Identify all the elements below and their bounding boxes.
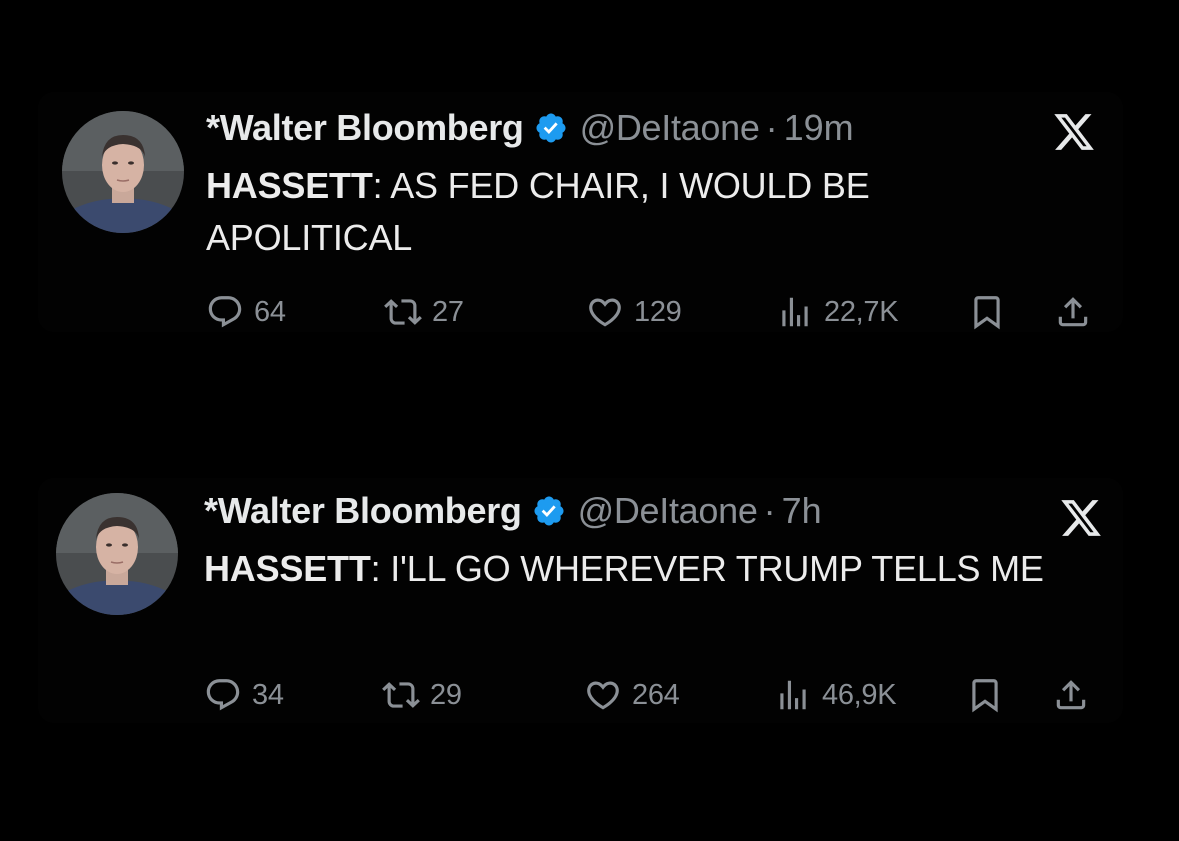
retweet-button[interactable]: 27: [384, 290, 464, 334]
reply-count: 64: [254, 295, 286, 328]
share-upload-icon: [1052, 676, 1090, 714]
bookmark-button[interactable]: [966, 673, 1004, 717]
author-handle[interactable]: @DeItaone: [578, 491, 758, 531]
x-logo-icon: [1051, 110, 1097, 154]
avatar[interactable]: [56, 493, 178, 615]
retweet-icon: [384, 293, 422, 331]
verified-badge-icon: [534, 111, 568, 145]
retweet-icon: [382, 676, 420, 714]
like-count: 264: [632, 678, 680, 711]
share-upload-icon: [1054, 293, 1092, 331]
heart-icon: [584, 676, 622, 714]
retweet-button[interactable]: 29: [382, 673, 462, 717]
tweet-header: *Walter Bloomberg @DeItaone · 19m: [206, 108, 854, 148]
separator-dot: ·: [763, 490, 776, 531]
tweet-text: HASSETT: AS FED CHAIR, I WOULD BE APOLIT…: [206, 160, 1026, 264]
tweet-card-2[interactable]: *Walter Bloomberg @DeItaone · 7h HASSETT…: [38, 478, 1123, 723]
tweet-text: HASSETT: I'LL GO WHEREVER TRUMP TELLS ME: [204, 543, 1084, 595]
reply-count: 34: [252, 678, 284, 711]
views-bar-chart-icon: [776, 293, 814, 331]
reply-bubble-icon: [206, 293, 244, 331]
tweet-card-1[interactable]: *Walter Bloomberg @DeItaone · 19m HASSET…: [38, 92, 1123, 332]
views-bar-chart-icon: [774, 676, 812, 714]
x-logo-icon: [1058, 496, 1104, 540]
tweet-text-lead: HASSETT: [204, 548, 371, 589]
share-button[interactable]: [1054, 290, 1092, 334]
share-button[interactable]: [1052, 673, 1090, 717]
author-handle[interactable]: @DeItaone: [580, 108, 760, 148]
author-name[interactable]: *Walter Bloomberg: [206, 108, 524, 148]
avatar[interactable]: [62, 111, 184, 233]
verified-badge-icon: [532, 494, 566, 528]
timestamp[interactable]: 7h: [782, 491, 822, 531]
reply-button[interactable]: 64: [206, 290, 286, 334]
timestamp[interactable]: 19m: [784, 108, 854, 148]
tweet-header: *Walter Bloomberg @DeItaone · 7h: [204, 491, 822, 531]
retweet-count: 29: [430, 678, 462, 711]
views-button[interactable]: 22,7K: [776, 290, 899, 334]
separator-dot: ·: [765, 107, 778, 148]
tweet-text-lead: HASSETT: [206, 165, 373, 206]
bookmark-button[interactable]: [968, 290, 1006, 334]
bookmark-icon: [968, 293, 1006, 331]
bookmark-icon: [966, 676, 1004, 714]
reply-bubble-icon: [204, 676, 242, 714]
reply-button[interactable]: 34: [204, 673, 284, 717]
heart-icon: [586, 293, 624, 331]
like-count: 129: [634, 295, 682, 328]
views-count: 46,9K: [822, 678, 897, 711]
views-button[interactable]: 46,9K: [774, 673, 897, 717]
retweet-count: 27: [432, 295, 464, 328]
views-count: 22,7K: [824, 295, 899, 328]
like-button[interactable]: 264: [584, 673, 680, 717]
like-button[interactable]: 129: [586, 290, 682, 334]
author-name[interactable]: *Walter Bloomberg: [204, 491, 522, 531]
tweet-text-rest: : I'LL GO WHEREVER TRUMP TELLS ME: [370, 548, 1044, 589]
